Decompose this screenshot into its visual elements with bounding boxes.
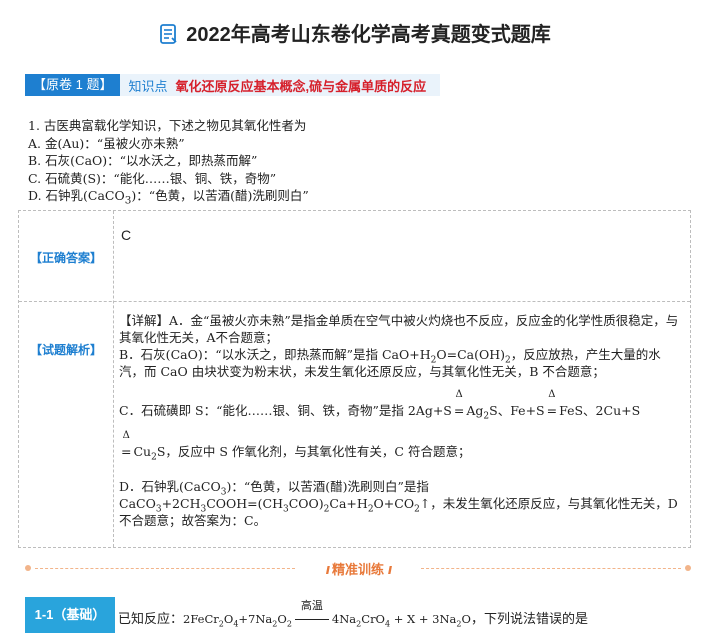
question-stem: 1. 古医典富载化学知识，下述之物见其氧化性者为: [28, 118, 307, 133]
answer-analysis-table: 【正确答案】 C 【试题解析】 【详解】A．金“虽被火亦未熟”是指金单质在空气中…: [18, 210, 691, 548]
analysis-para-d: D．石钟乳(CaCO3)：“色黄，以苦酒(醋)洗刷则白”是指: [119, 479, 429, 498]
analysis-content: 【详解】A．金“虽被火亦未熟”是指金单质在空气中被火灼烧也不反应，反应金的化学性…: [119, 312, 679, 529]
analysis-para-d2: CaCO3+2CH3COOH=(CH3COO)2Ca+H2O+CO2↑，未发生氧…: [119, 496, 678, 528]
analysis-para-a: 【详解】A．金“虽被火亦未熟”是指金单质在空气中被火灼烧也不反应，反应金的化学性…: [119, 313, 679, 345]
original-question-tag: 【原卷 1 题】: [25, 74, 121, 96]
analysis-label: 【试题解析】: [29, 343, 102, 357]
next-question-text: 已知反应：2FeCr2O4+7Na2O2 高温 4Na2CrO4 + X + 3Na…: [118, 600, 588, 629]
analysis-para-c: C．石硫磺即 S：“能化……银、铜、铁，奇物”是指 2Ag+S Δ = Ag2S、Fe…: [119, 389, 641, 422]
question-block: 1. 古医典富载化学知识，下述之物见其氧化性者为 A. 金(Au)：“虽被火亦未…: [28, 117, 309, 210]
next-question-label: 1-1（基础）: [25, 597, 115, 633]
option-c: C. 石硫黄(S)：“能化……银、铜、铁，奇物”: [28, 170, 277, 186]
page-title: 2022年高考山东卷化学高考真题变式题库: [0, 18, 711, 50]
correct-answer-value: C: [121, 227, 132, 243]
option-d: D. 石钟乳(CaCO3)：“色黄，以苦酒(醋)洗刷则白”: [28, 188, 309, 207]
option-a: A. 金(Au)：“虽被火亦未熟”: [28, 135, 185, 151]
document-icon: [160, 24, 178, 50]
correct-answer-label: 【正确答案】: [29, 251, 102, 265]
precision-training-banner: //精准训练//: [25, 561, 691, 577]
knowledge-point-topic: 氧化还原反应基本概念,硫与金属单质的反应: [175, 78, 427, 94]
question-tag-bar: 【原卷 1 题】 知识点 氧化还原反应基本概念,硫与金属单质的反应: [25, 74, 441, 96]
banner-title: //精准训练//: [325, 562, 392, 577]
option-b: B. 石灰(CaO)：“以水沃之，即热蒸而解”: [28, 153, 258, 168]
analysis-para-b: B．石灰(CaO)：“以水沃之，即热蒸而解”是指 CaO+H2O=Ca(OH)2…: [119, 347, 661, 379]
knowledge-point-label: 知识点: [128, 78, 168, 94]
reaction-condition: 高温: [294, 600, 329, 626]
title-text: 2022年高考山东卷化学高考真题变式题库: [186, 24, 551, 46]
analysis-para-c2: Δ = Cu2S，反应中 S 作氧化剂，与其氧化性有关，C 符合题意；: [121, 430, 471, 463]
